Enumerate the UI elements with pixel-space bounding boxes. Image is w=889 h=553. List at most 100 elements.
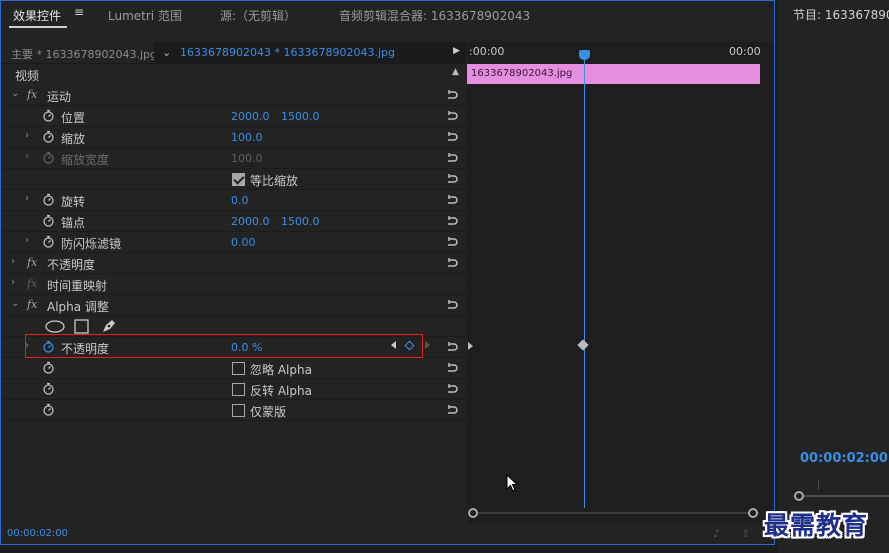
pen-mask-icon[interactable] xyxy=(101,318,117,334)
program-playhead-handle[interactable] xyxy=(794,491,804,501)
stopwatch-icon[interactable] xyxy=(42,214,55,227)
anchor-label: 锚点 xyxy=(61,216,86,230)
fx-icon[interactable]: fx xyxy=(27,298,37,311)
effect-row-time-remap[interactable]: › fx 时间重映射 xyxy=(1,274,466,295)
audio-scrub-icon[interactable]: ♪ xyxy=(713,527,720,540)
stopwatch-icon[interactable] xyxy=(42,235,55,248)
next-keyframe-icon[interactable] xyxy=(425,341,430,349)
invert-alpha-checkbox[interactable] xyxy=(232,383,245,396)
keyframe-diamond[interactable] xyxy=(577,339,589,351)
mask-only-checkbox[interactable] xyxy=(232,404,245,417)
property-row-anti-flicker[interactable]: › 防闪烁滤镜 0.00 xyxy=(1,232,466,253)
property-row-scale[interactable]: › 缩放 100.0 xyxy=(1,127,466,148)
time-remap-label: 时间重映射 xyxy=(47,279,108,293)
export-icon[interactable]: ⇪ xyxy=(741,527,750,540)
program-scrub-bar[interactable] xyxy=(798,495,889,497)
master-clip-label[interactable]: 主要 * 1633678902043.jpg xyxy=(11,46,157,62)
panel-menu-icon[interactable]: ≡ xyxy=(74,6,84,18)
anti-flicker-value[interactable]: 0.00 xyxy=(231,236,256,249)
sequence-clip-label[interactable]: 1633678902043 * 1633678902043.jpg xyxy=(180,46,395,59)
expand-chevron-icon[interactable]: › xyxy=(25,130,29,141)
time-ruler[interactable]: :00:00 00:00 xyxy=(467,42,774,64)
tab-lumetri-scopes[interactable]: Lumetri 范围 xyxy=(108,7,182,24)
collapse-up-icon[interactable]: ▲ xyxy=(452,67,459,77)
effect-row-alpha-adjust[interactable]: ⌄ fx Alpha 调整 xyxy=(1,295,466,316)
stopwatch-icon[interactable] xyxy=(42,361,55,374)
expand-chevron-icon: › xyxy=(25,151,29,162)
reset-icon[interactable] xyxy=(445,213,459,227)
tab-source[interactable]: 源:（无剪辑） xyxy=(220,7,296,24)
position-y-value[interactable]: 1500.0 xyxy=(281,110,320,123)
reset-icon[interactable] xyxy=(445,402,459,416)
play-triangle-icon[interactable]: ▶ xyxy=(453,46,460,56)
expand-chevron-icon[interactable]: ⌄ xyxy=(11,298,19,309)
uniform-scale-checkbox[interactable] xyxy=(232,173,245,186)
expand-chevron-icon[interactable]: › xyxy=(25,235,29,246)
reset-icon[interactable] xyxy=(445,255,459,269)
clip-bar[interactable]: 1633678902043.jpg xyxy=(467,64,760,84)
anchor-y-value[interactable]: 1500.0 xyxy=(281,215,320,228)
property-row-anchor[interactable]: 锚点 2000.0 1500.0 xyxy=(1,211,466,232)
program-timecode[interactable]: 00:00:02:00 xyxy=(800,451,888,466)
reset-icon[interactable] xyxy=(445,360,459,374)
property-row-ignore-alpha[interactable]: 忽略 Alpha xyxy=(1,358,466,379)
reset-icon[interactable] xyxy=(445,339,459,353)
reset-icon[interactable] xyxy=(445,192,459,206)
stopwatch-icon xyxy=(43,151,54,164)
fx-icon[interactable]: fx xyxy=(27,88,37,101)
property-row-position[interactable]: 位置 2000.0 1500.0 xyxy=(1,106,466,127)
current-timecode[interactable]: 00:00:02:00 xyxy=(7,528,68,539)
timeline-scrollbar[interactable] xyxy=(471,512,759,514)
expand-chevron-icon[interactable]: › xyxy=(11,256,15,267)
property-row-invert-alpha[interactable]: 反转 Alpha xyxy=(1,379,466,400)
rotation-label: 旋转 xyxy=(61,195,86,209)
stopwatch-icon[interactable] xyxy=(42,193,55,206)
reset-icon[interactable] xyxy=(445,297,459,311)
scroll-end-handle[interactable] xyxy=(748,508,758,518)
anchor-x-value[interactable]: 2000.0 xyxy=(231,215,270,228)
program-monitor-panel: 节目: 1633678902043 00:00:02:00 xyxy=(778,0,889,553)
playhead-line[interactable] xyxy=(584,56,585,508)
expand-chevron-icon[interactable]: › xyxy=(11,277,15,288)
sequence-clip-selector[interactable]: ⌄ 1633678902043 * 1633678902043.jpg ▶ xyxy=(154,42,466,64)
reset-icon[interactable] xyxy=(445,150,459,164)
tab-effect-controls[interactable]: 效果控件 xyxy=(13,7,61,24)
reset-icon[interactable] xyxy=(445,129,459,143)
rotation-value[interactable]: 0.0 xyxy=(231,194,249,207)
tab-audio-clip-mixer[interactable]: 音频剪辑混合器: 1633678902043 xyxy=(339,7,530,24)
ellipse-mask-icon[interactable] xyxy=(45,320,65,333)
property-row-rotation[interactable]: › 旋转 0.0 xyxy=(1,190,466,211)
panel-tab-bar: 效果控件 ≡ Lumetri 范围 源:（无剪辑） 音频剪辑混合器: 16336… xyxy=(1,1,774,29)
watermark-logo: 最需教育 xyxy=(764,511,869,540)
ignore-alpha-checkbox[interactable] xyxy=(232,362,245,375)
expand-chevron-icon[interactable]: ⌄ xyxy=(11,88,19,99)
stopwatch-icon[interactable] xyxy=(42,109,55,122)
ruler-start-timecode: :00:00 xyxy=(469,45,505,58)
reset-icon[interactable] xyxy=(445,87,459,101)
expand-chevron-icon[interactable]: › xyxy=(25,193,29,204)
effect-row-motion[interactable]: ⌄ fx 运动 xyxy=(1,85,466,106)
program-monitor-title[interactable]: 节目: 1633678902043 xyxy=(793,6,889,23)
reset-icon[interactable] xyxy=(445,381,459,395)
reset-icon[interactable] xyxy=(445,171,459,185)
rectangle-mask-icon[interactable] xyxy=(74,319,89,334)
effect-row-opacity[interactable]: › fx 不透明度 xyxy=(1,253,466,274)
effect-timeline[interactable]: :00:00 00:00 1633678902043.jpg xyxy=(467,42,774,524)
keyframe-nav-arrow-icon xyxy=(468,342,473,350)
scroll-start-handle[interactable] xyxy=(468,508,478,518)
stopwatch-icon[interactable] xyxy=(42,382,55,395)
reset-icon[interactable] xyxy=(445,234,459,248)
anti-flicker-label: 防闪烁滤镜 xyxy=(61,237,122,251)
playhead-handle[interactable] xyxy=(579,50,590,60)
reset-icon[interactable] xyxy=(445,108,459,122)
chevron-down-icon[interactable]: ⌄ xyxy=(162,46,171,59)
stopwatch-icon[interactable] xyxy=(42,130,55,143)
active-tab-indicator xyxy=(9,26,67,28)
position-x-value[interactable]: 2000.0 xyxy=(231,110,270,123)
fx-icon[interactable]: fx xyxy=(27,256,37,269)
property-row-mask-only[interactable]: 仅蒙版 xyxy=(1,400,466,421)
scale-label: 缩放 xyxy=(61,132,86,146)
stopwatch-icon[interactable] xyxy=(42,403,55,416)
scale-value[interactable]: 100.0 xyxy=(231,131,263,144)
fx-icon: fx xyxy=(27,277,38,290)
